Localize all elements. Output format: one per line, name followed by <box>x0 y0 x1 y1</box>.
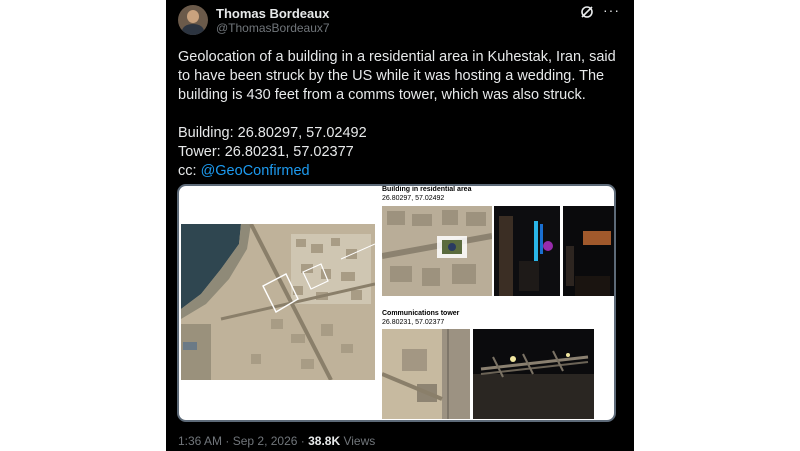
tweet-media[interactable]: Building in residential area 26.80297, 5… <box>177 184 616 422</box>
tower-coordinates: Tower: 26.80231, 57.02377 <box>178 144 354 160</box>
cc-prefix: cc: <box>178 163 201 179</box>
building-strike-photo <box>563 206 614 296</box>
tower-collapsed-photo <box>473 329 594 419</box>
more-options-icon[interactable]: ··· <box>603 2 620 18</box>
tweet-text: Geolocation of a building in a residenti… <box>178 48 624 181</box>
tower-satellite-photo <box>382 329 470 419</box>
building-label: Building in residential area <box>382 186 472 193</box>
building-night-photo <box>494 206 560 296</box>
tweet-card: Thomas Bordeaux @ThomasBordeaux7 ··· Geo… <box>166 0 634 451</box>
avatar[interactable] <box>178 5 208 35</box>
building-coordinates: Building: 26.80297, 57.02492 <box>178 125 367 141</box>
tweet-body: Geolocation of a building in a residenti… <box>178 49 616 103</box>
tweet-footer: 1:36 AM · Sep 2, 2026 · 38.8K Views <box>178 434 375 448</box>
views-label: Views <box>340 434 376 448</box>
footer-separator: · <box>222 434 233 448</box>
building-label-coords: 26.80297, 57.02492 <box>382 195 445 202</box>
tweet-date[interactable]: Sep 2, 2026 <box>233 434 298 448</box>
cc-line: cc: @GeoConfirmed <box>178 162 624 181</box>
satellite-overview-map <box>181 224 375 380</box>
mention-link[interactable]: @GeoConfirmed <box>201 163 310 179</box>
author-handle[interactable]: @ThomasBordeaux7 <box>216 21 330 35</box>
views-count: 38.8K <box>308 434 341 448</box>
author-name[interactable]: Thomas Bordeaux <box>216 6 329 21</box>
tower-label-coords: 26.80231, 57.02377 <box>382 319 445 326</box>
footer-separator-2: · <box>297 434 309 448</box>
tweet-time[interactable]: 1:36 AM <box>178 434 222 448</box>
grok-icon[interactable] <box>580 5 594 19</box>
tower-label: Communications tower <box>382 310 460 317</box>
building-satellite-photo <box>382 206 492 296</box>
